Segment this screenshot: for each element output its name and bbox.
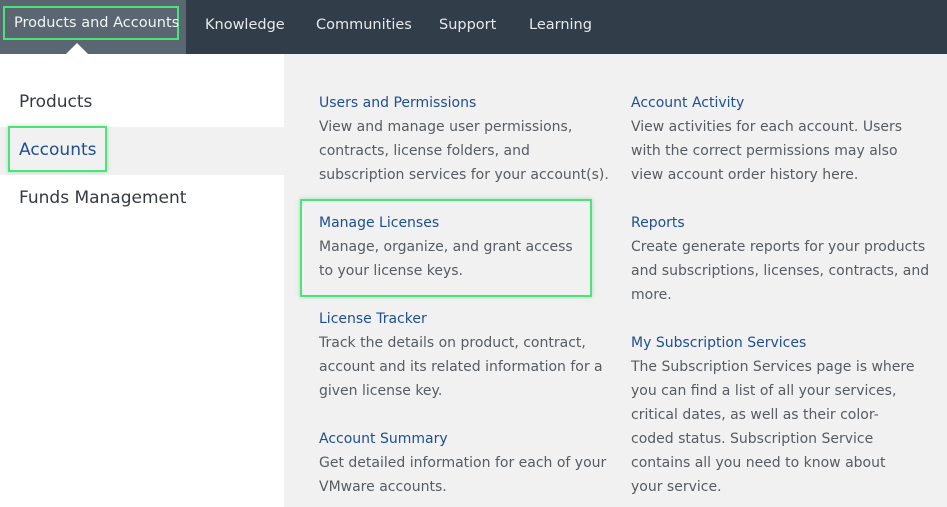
card-license-tracker: License Tracker Track the details on pro… [319,307,604,403]
license-tracker-link[interactable]: License Tracker [319,307,604,331]
reports-description: Create generate reports for your product… [631,239,930,303]
card-users-and-permissions: Users and Permissions View and manage us… [319,91,619,187]
sidebar-item-label: Products [19,92,93,112]
nav-communities[interactable]: Communities [316,0,412,54]
accounts-highlight-box [8,126,107,172]
nav-products-and-accounts-label: Products and Accounts [3,6,179,40]
card-reports: Reports Create generate reports for your… [631,211,931,307]
users-and-permissions-description: View and manage user permissions, contra… [319,119,609,183]
top-navigation: Products and Accounts Knowledge Communit… [0,0,947,54]
nav-learning[interactable]: Learning [529,0,592,54]
sidebar-item-label: Funds Management [19,188,187,208]
manage-licenses-highlight-box [300,199,592,297]
account-summary-link[interactable]: Account Summary [319,427,609,451]
dropdown-caret-icon [66,43,88,54]
nav-knowledge[interactable]: Knowledge [205,0,285,54]
account-activity-description: View activities for each account. Users … [631,119,903,183]
account-summary-description: Get detailed information for each of you… [319,455,607,495]
users-and-permissions-link[interactable]: Users and Permissions [319,91,619,115]
card-my-subscription-services: My Subscription Services The Subscriptio… [631,331,921,499]
nav-products-and-accounts[interactable]: Products and Accounts [0,0,186,54]
dropdown-sidebar: Products Accounts Funds Management [0,54,284,507]
license-tracker-description: Track the details on product, contract, … [319,335,603,399]
my-subscription-services-description: The Subscription Services page is where … [631,359,915,495]
my-subscription-services-link[interactable]: My Subscription Services [631,331,921,355]
account-activity-link[interactable]: Account Activity [631,91,931,115]
sidebar-item-products[interactable]: Products [0,79,284,127]
reports-link[interactable]: Reports [631,211,931,235]
sidebar-item-funds-management[interactable]: Funds Management [0,175,284,223]
card-account-activity: Account Activity View activities for eac… [631,91,931,187]
card-account-summary: Account Summary Get detailed information… [319,427,609,499]
nav-support[interactable]: Support [439,0,496,54]
